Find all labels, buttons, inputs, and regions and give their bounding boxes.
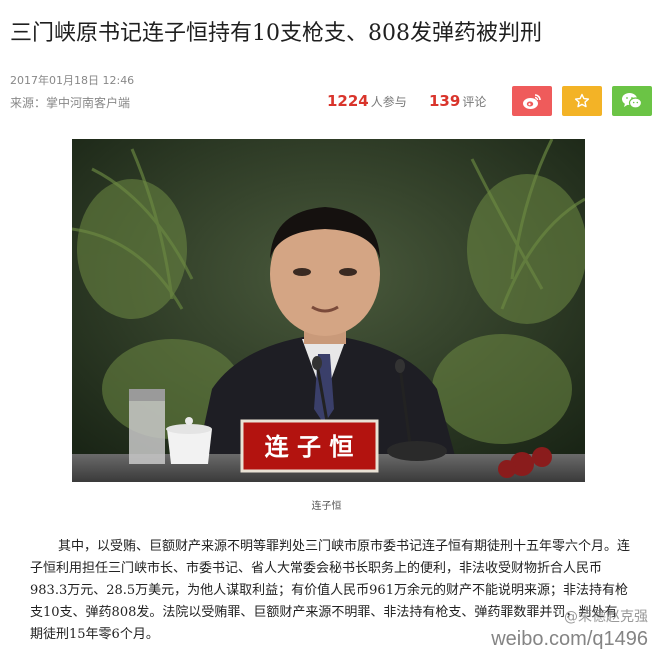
article-source: 来源：掌中河南客户端 xyxy=(10,96,131,110)
photo-caption: 连子恒 xyxy=(311,501,342,512)
watermark-handle: @荣德赵克强 xyxy=(564,609,648,625)
watermark-url: weibo.com/q1496 xyxy=(491,628,648,650)
article-headline: 三门峡原书记连子恒持有10支枪支、808发弹药被判刑 xyxy=(10,21,542,46)
publish-date: 2017年01月18日 12:46 xyxy=(10,74,135,87)
official-portrait-illustration: 连 子 恒 xyxy=(72,139,585,482)
share-wechat-button[interactable] xyxy=(612,86,652,116)
comments-label: 评论 xyxy=(462,95,487,109)
weibo-icon xyxy=(523,93,541,109)
participants-count: 1224 xyxy=(327,92,369,110)
article-photo: 连 子 恒 xyxy=(72,139,585,482)
nameplate-text: 连 子 恒 xyxy=(265,433,354,461)
participants-stat[interactable]: 1224 人参与 xyxy=(327,92,407,110)
wechat-icon xyxy=(622,93,643,109)
comments-count: 139 xyxy=(429,92,461,110)
star-icon xyxy=(574,93,590,108)
share-weibo-button[interactable] xyxy=(512,86,552,116)
weibo-watermark: @荣德赵克强 weibo.com/q1496 xyxy=(448,606,648,651)
participants-label: 人参与 xyxy=(370,95,407,109)
favorite-button[interactable] xyxy=(562,86,602,116)
comments-stat[interactable]: 139 评论 xyxy=(429,92,486,110)
